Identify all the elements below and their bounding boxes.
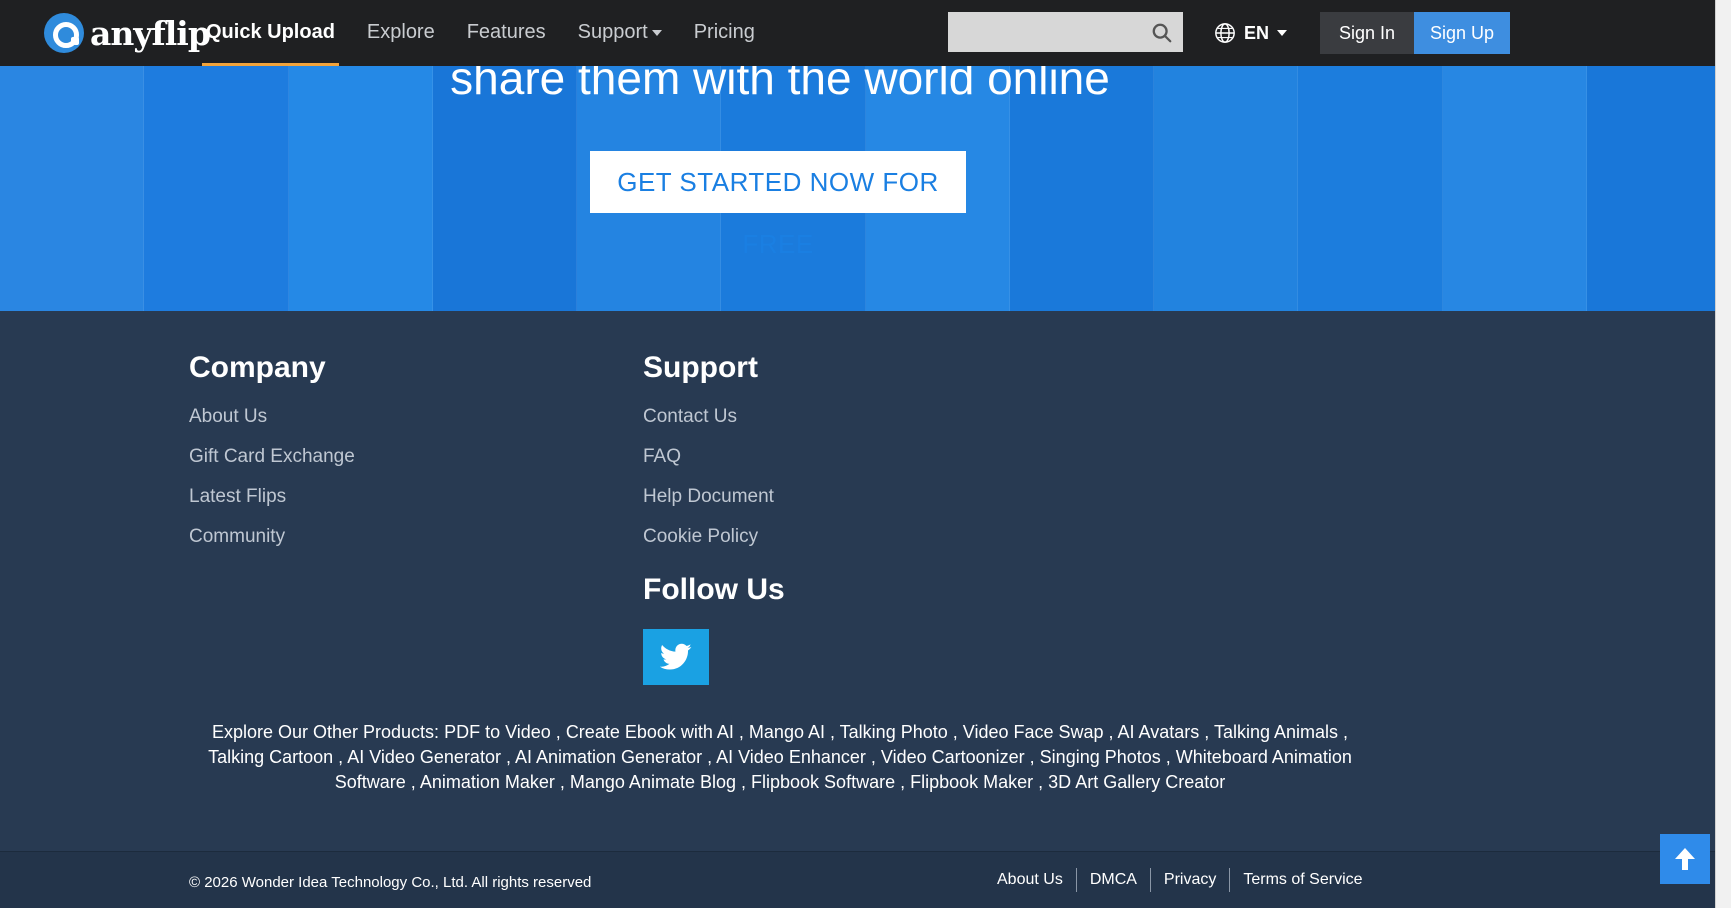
sign-up-button[interactable]: Sign Up (1414, 12, 1510, 54)
product-link[interactable]: Talking Photo (840, 722, 948, 742)
nav-features[interactable]: Features (467, 0, 546, 66)
footer-link-cookie-policy[interactable]: Cookie Policy (643, 527, 774, 547)
twitter-icon (660, 643, 692, 670)
product-link[interactable]: Create Ebook with AI (566, 722, 734, 742)
nav-support-label: Support (577, 21, 648, 43)
footer-link-about-us[interactable]: About Us (189, 407, 355, 427)
get-started-button[interactable]: GET STARTED NOW FOR FREE (590, 151, 966, 259)
product-link[interactable]: AI Video Generator (347, 747, 501, 767)
product-link[interactable]: Talking Cartoon (208, 747, 333, 767)
footer-link-faq[interactable]: FAQ (643, 447, 774, 467)
nav-quick-upload[interactable]: Quick Upload (202, 0, 339, 66)
chevron-down-icon (651, 29, 662, 36)
product-link[interactable]: 3D Art Gallery Creator (1048, 772, 1225, 792)
site-footer: Company About Us Gift Card Exchange Late… (0, 311, 1715, 851)
nav-support[interactable]: Support (578, 0, 662, 66)
anyflip-logo-icon (44, 13, 84, 53)
footer-company-title: Company (189, 351, 326, 384)
footer-link-contact-us[interactable]: Contact Us (643, 407, 774, 427)
bottom-link-about-us[interactable]: About Us (984, 868, 1076, 892)
back-to-top-button[interactable] (1660, 834, 1710, 884)
logo-text: anyflip (90, 13, 211, 53)
product-link[interactable]: Singing Photos (1040, 747, 1161, 767)
bottom-link-privacy[interactable]: Privacy (1149, 868, 1229, 892)
nav-explore[interactable]: Explore (367, 0, 435, 66)
product-link[interactable]: Animation Maker (420, 772, 555, 792)
top-nav-bar: anyflip Quick Upload Explore Features Su… (0, 0, 1731, 66)
globe-icon (1215, 23, 1235, 43)
products-prefix: Explore Our Other Products: (211, 722, 440, 742)
search-icon[interactable] (1151, 22, 1173, 44)
scrollbar-track[interactable] (1715, 0, 1731, 908)
footer-link-gift-card-exchange[interactable]: Gift Card Exchange (189, 447, 355, 467)
chevron-down-icon (1277, 30, 1288, 36)
collage-tile (1586, 66, 1731, 311)
hero-banner: share them with the world online GET STA… (0, 66, 1731, 311)
search-input[interactable] (948, 12, 1138, 52)
language-label: EN (1244, 22, 1270, 43)
product-link[interactable]: Talking Animals (1214, 722, 1338, 742)
follow-us-section: Follow Us (643, 573, 785, 607)
copyright-text: © 2026 Wonder Idea Technology Co., Ltd. … (189, 874, 592, 891)
anyflip-logo[interactable]: anyflip (44, 12, 211, 54)
other-products-list: Explore Our Other Products: PDF to Video… (208, 722, 1352, 792)
footer-link-community[interactable]: Community (189, 527, 355, 547)
footer-support-column: Support Contact Us FAQ Help Document Coo… (643, 351, 774, 567)
footer-support-title: Support (643, 351, 758, 384)
follow-us-title: Follow Us (643, 573, 785, 606)
product-link[interactable]: Mango AI (749, 722, 825, 742)
hero-heading: share them with the world online (450, 66, 1110, 104)
twitter-button[interactable] (643, 629, 709, 685)
product-link[interactable]: Video Face Swap (963, 722, 1104, 742)
footer-bottom-bar: © 2026 Wonder Idea Technology Co., Ltd. … (0, 851, 1715, 908)
sign-in-button[interactable]: Sign In (1320, 12, 1414, 54)
footer-company-column: Company About Us Gift Card Exchange Late… (189, 351, 355, 567)
product-link[interactable]: Video Cartoonizer (881, 747, 1025, 767)
product-link[interactable]: Flipbook Maker (910, 772, 1033, 792)
product-link[interactable]: Flipbook Software (751, 772, 895, 792)
bottom-link-terms-of-service[interactable]: Terms of Service (1229, 868, 1375, 892)
nav-pricing[interactable]: Pricing (694, 0, 755, 66)
product-link[interactable]: AI Video Enhancer (716, 747, 866, 767)
language-selector[interactable]: EN (1214, 18, 1288, 48)
search-box (948, 12, 1183, 52)
product-link[interactable]: AI Animation Generator (515, 747, 702, 767)
arrow-up-icon (1675, 848, 1695, 870)
legal-links: About Us DMCA Privacy Terms of Service (984, 868, 1376, 892)
footer-link-help-document[interactable]: Help Document (643, 487, 774, 507)
product-link[interactable]: Mango Animate Blog (570, 772, 736, 792)
product-link[interactable]: AI Avatars (1118, 722, 1200, 742)
main-nav: Quick Upload Explore Features Support Pr… (202, 0, 787, 66)
bottom-link-dmca[interactable]: DMCA (1075, 868, 1150, 892)
product-link[interactable]: PDF to Video (444, 722, 551, 742)
footer-link-latest-flips[interactable]: Latest Flips (189, 487, 355, 507)
